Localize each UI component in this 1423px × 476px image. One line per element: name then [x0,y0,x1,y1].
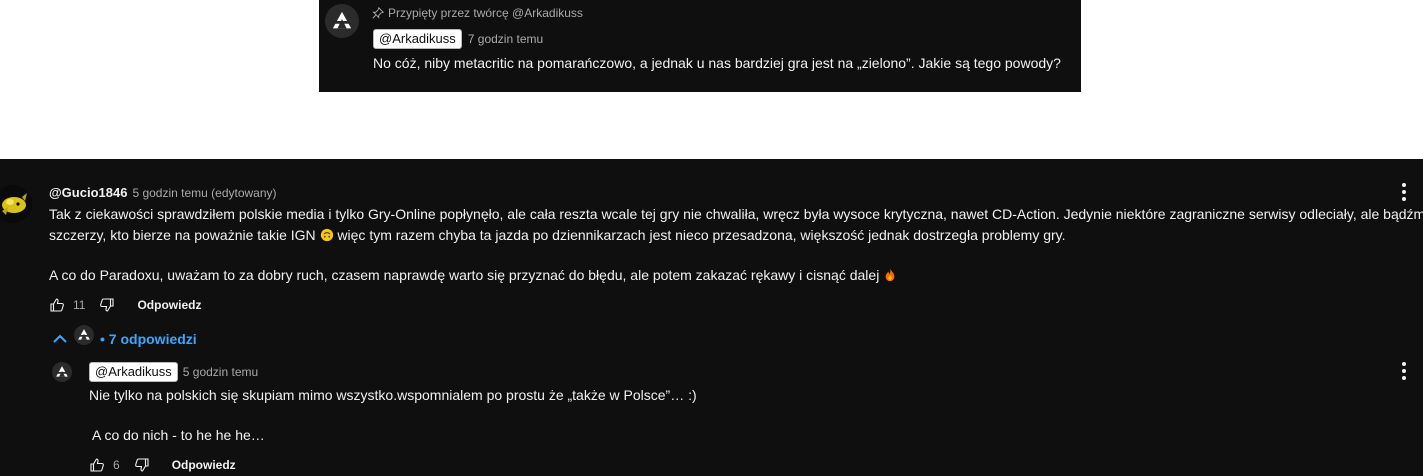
pinned-comment: Przypięty przez twórcę @Arkadikuss @Arka… [319,0,1081,92]
more-options-icon[interactable] [1397,183,1411,201]
fire-emoji [885,268,895,282]
reply-text-line1: Nie tylko na polskich się skupiam mimo w… [89,387,697,403]
avatar-image-icon [0,185,32,223]
comment-text-line2a: szczerzy, kto bierze na poważnie takie I… [49,227,316,243]
arkadikuss-logo-icon [332,11,352,29]
pinned-label: Przypięty przez twórcę @Arkadikuss [372,6,583,20]
arkadikuss-avatar[interactable] [52,362,72,382]
arkadikuss-logo-icon [56,366,68,377]
comment-thread: @Gucio1846 5 godzin temu (edytowany) Tak… [0,159,1423,476]
show-replies-toggle[interactable]: • 7 odpowiedzi [52,325,197,349]
more-options-icon[interactable] [1397,362,1411,380]
comment-text-line3-text: A co do Paradoxu, uważam to za dobry ruc… [49,267,880,283]
comment-text-line2: szczerzy, kto bierze na poważnie takie I… [49,225,1066,245]
comment-author[interactable]: @Gucio1846 [49,185,127,200]
arkadikuss-logo-icon [78,329,90,340]
reply-button[interactable]: Odpowiedz [137,298,201,312]
comment-text-line3: A co do Paradoxu, uważam to za dobry ruc… [49,265,897,285]
comment-actions: 11 Odpowiedz [49,297,201,313]
reply-text-line2: A co do nich - to he he he… [92,427,265,443]
dislike-icon[interactable] [99,297,115,313]
like-count: 11 [73,298,86,312]
creator-reply-avatar [74,325,94,345]
chevron-up-icon [53,334,67,343]
gucio-avatar[interactable] [0,185,32,223]
like-count: 6 [113,458,120,472]
author-badge[interactable]: @Arkadikuss [89,362,178,382]
like-icon[interactable] [49,297,65,313]
reply-meta: @Arkadikuss 5 godzin temu [89,362,258,382]
pin-icon [372,7,384,19]
reply-actions: 6 Odpowiedz [89,457,236,473]
comment-text-line1: Tak z ciekawości sprawdziłem polskie med… [49,206,1423,222]
comment-meta: @Gucio1846 5 godzin temu (edytowany) [49,185,277,200]
arkadikuss-avatar[interactable] [325,4,359,38]
pinned-comment-text: No cóż, niby metacritic na pomarańczowo,… [373,55,1061,71]
comment-time[interactable]: 5 godzin temu (edytowany) [132,186,276,200]
pinned-by-text: Przypięty przez twórcę @Arkadikuss [388,6,583,20]
author-badge[interactable]: @Arkadikuss [373,29,462,49]
replies-count[interactable]: • 7 odpowiedzi [100,331,197,347]
dislike-icon[interactable] [134,457,150,473]
reply-button[interactable]: Odpowiedz [172,458,236,472]
pinned-meta: @Arkadikuss 7 godzin temu [373,29,543,49]
comment-text-line2b: więc tym razem chyba ta jazda po dzienni… [337,227,1066,243]
comment-time[interactable]: 7 godzin temu [468,32,543,46]
upside-down-face-emoji [320,228,333,242]
reply-time[interactable]: 5 godzin temu [183,365,258,379]
like-icon[interactable] [89,457,105,473]
